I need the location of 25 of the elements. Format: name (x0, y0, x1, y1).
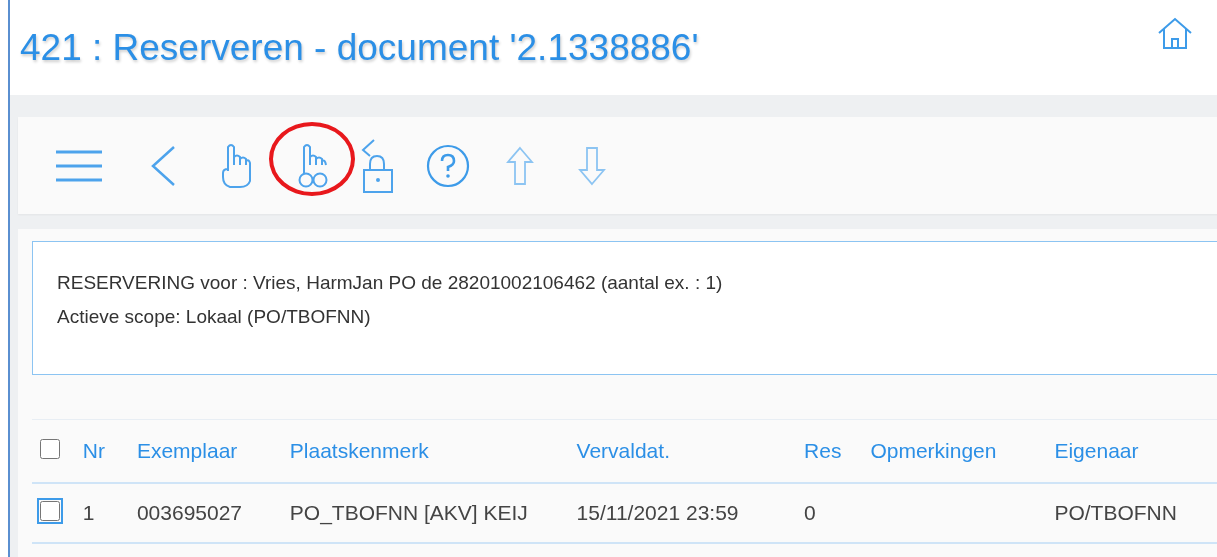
table-cell: 0 (804, 501, 816, 524)
info-text: Actieve scope: Lokaal (PO/TBOFNN) (57, 306, 372, 328)
hand-icon[interactable] (220, 142, 252, 189)
column-header[interactable]: Res (804, 439, 842, 462)
row-checkbox[interactable] (40, 500, 60, 521)
unlock-icon[interactable] (360, 137, 394, 194)
table-cell: PO/TBOFNN (1054, 501, 1177, 524)
down-arrow-icon[interactable] (578, 145, 606, 186)
table-cell: 003695027 (136, 501, 243, 524)
table-cell: 15/11/2021 23:59 (576, 501, 739, 524)
column-header[interactable]: Nr (82, 439, 105, 462)
table-cell: 1 (82, 501, 95, 524)
back-icon[interactable] (150, 144, 176, 187)
help-icon[interactable] (426, 143, 470, 188)
window-title: 421 : Reserveren - document '2.1338886' (20, 26, 699, 69)
column-header[interactable]: Opmerkingen (870, 439, 997, 462)
table-cell: PO_TBOFNN [AKV] KEIJ (289, 501, 528, 524)
up-arrow-icon[interactable] (506, 145, 534, 186)
column-header[interactable]: Eigenaar (1054, 439, 1139, 462)
select-all-checkbox[interactable] (40, 438, 60, 459)
menu-icon[interactable] (54, 148, 104, 183)
column-header[interactable]: Vervaldat. (576, 439, 670, 462)
info-text: RESERVERING voor : Vries, HarmJan PO de 28201002106462 (aantal ex. : 1) (57, 272, 724, 294)
column-header[interactable]: Exemplaar (136, 439, 238, 462)
column-header[interactable]: Plaatskenmerk (289, 439, 429, 462)
